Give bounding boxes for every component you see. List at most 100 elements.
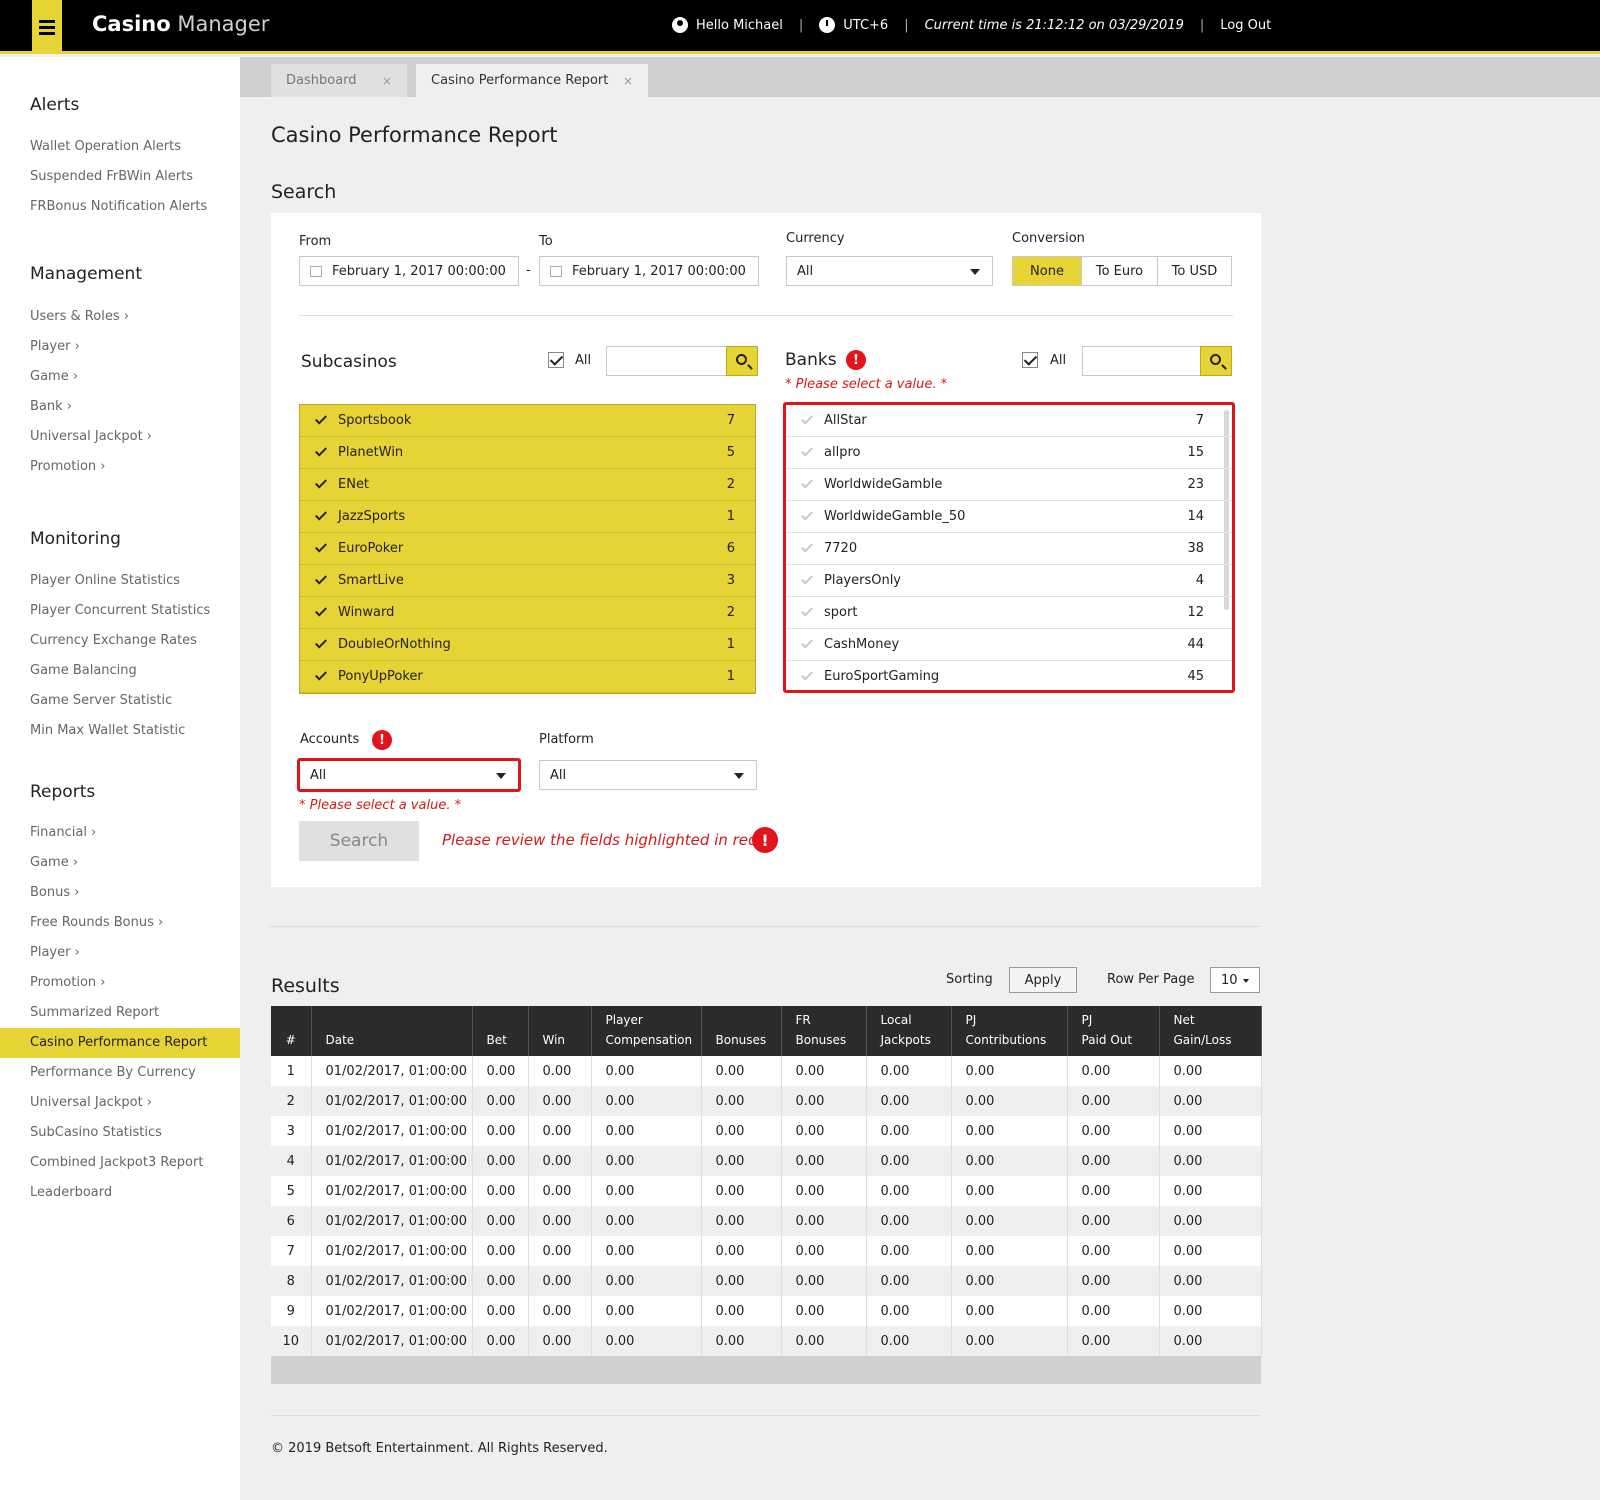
table-cell: 0.00	[701, 1296, 782, 1326]
conversion-none[interactable]: None	[1013, 257, 1082, 285]
item-name: Sportsbook	[338, 413, 412, 428]
sidebar-item[interactable]: Player ›	[30, 945, 80, 960]
item-name: sport	[824, 605, 858, 620]
column-header[interactable]: PJ Paid Out	[1067, 1006, 1160, 1056]
sidebar-item[interactable]: Wallet Operation Alerts	[30, 139, 181, 154]
sidebar-item[interactable]: Game ›	[30, 855, 78, 870]
sidebar-item[interactable]: FRBonus Notification Alerts	[30, 199, 207, 214]
hamburger-icon[interactable]	[32, 0, 62, 54]
item-name: PlayersOnly	[824, 573, 902, 588]
conversion-to-euro[interactable]: To Euro	[1082, 257, 1158, 285]
column-header[interactable]: PJ Contributions	[951, 1006, 1068, 1056]
subcasino-item[interactable]: Sportsbook 7	[300, 405, 755, 437]
bank-item[interactable]: EuroSportGaming 45	[786, 661, 1232, 690]
accounts-select[interactable]: All	[297, 758, 521, 792]
sidebar-item[interactable]: Bonus ›	[30, 885, 79, 900]
banks-search-input[interactable]	[1082, 346, 1232, 376]
banks-all-checkbox[interactable]	[1022, 352, 1038, 368]
sidebar-item-active[interactable]: Casino Performance Report	[30, 1035, 207, 1050]
divider	[269, 926, 1261, 927]
column-header[interactable]: Bonuses	[701, 1006, 782, 1056]
bank-item[interactable]: WorldwideGamble_50 14	[786, 501, 1232, 533]
sidebar-item[interactable]: Free Rounds Bonus ›	[30, 915, 163, 930]
sidebar-item[interactable]: Game Balancing	[30, 663, 137, 678]
sidebar-item[interactable]: Player ›	[30, 339, 80, 354]
check-icon	[314, 636, 328, 649]
subcasino-item[interactable]: PlanetWin 5	[300, 437, 755, 469]
table-cell: 0.00	[1067, 1176, 1160, 1206]
from-date-input[interactable]: February 1, 2017 00:00:00	[299, 256, 519, 286]
table-row: 9 01/02/2017, 01:00:00 0.00 0.00 0.00 0.00 0.0…	[271, 1296, 1262, 1326]
table-cell: 0.00	[591, 1296, 702, 1326]
bank-item[interactable]: CashMoney 44	[786, 629, 1232, 661]
rows-per-page-select[interactable]: 10	[1210, 967, 1260, 993]
sidebar-item[interactable]: Game ›	[30, 369, 78, 384]
table-cell: 10	[271, 1326, 312, 1356]
column-header[interactable]: FR Bonuses	[781, 1006, 867, 1056]
subcasino-item[interactable]: Winward 2	[300, 597, 755, 629]
subcasino-item[interactable]: PonyUpPoker 1	[300, 661, 755, 693]
banks-search-button[interactable]	[1200, 346, 1232, 376]
sidebar-item[interactable]: Leaderboard	[30, 1185, 112, 1200]
sidebar-item[interactable]: Promotion ›	[30, 975, 105, 990]
sidebar-item[interactable]: Suspended FrBWin Alerts	[30, 169, 193, 184]
bank-item[interactable]: AllStar 7	[786, 405, 1232, 437]
tab-casino-performance-report[interactable]: Casino Performance Report ×	[416, 64, 648, 97]
sidebar-item[interactable]: Summarized Report	[30, 1005, 159, 1020]
bank-item[interactable]: allpro 15	[786, 437, 1232, 469]
sidebar-item[interactable]: Users & Roles ›	[30, 309, 129, 324]
column-header[interactable]: Player Compensation	[591, 1006, 702, 1056]
bank-item[interactable]: sport 12	[786, 597, 1232, 629]
table-cell: 0.00	[866, 1296, 952, 1326]
logout-link[interactable]: Log Out	[1220, 18, 1271, 33]
table-cell: 0.00	[1067, 1296, 1160, 1326]
table-cell: 0.00	[528, 1086, 592, 1116]
subcasinos-search-button[interactable]	[726, 346, 758, 376]
close-icon[interactable]: ×	[623, 74, 633, 88]
sidebar-item[interactable]: Player Concurrent Statistics	[30, 603, 210, 618]
sidebar-item[interactable]: Performance By Currency	[30, 1065, 196, 1080]
conversion-to-usd[interactable]: To USD	[1158, 257, 1231, 285]
column-header[interactable]: Date	[311, 1006, 473, 1056]
close-icon[interactable]: ×	[382, 74, 392, 88]
subcasino-item[interactable]: EuroPoker 6	[300, 533, 755, 565]
to-date-input[interactable]: February 1, 2017 00:00:00	[539, 256, 759, 286]
item-count: 3	[726, 573, 735, 588]
bank-item[interactable]: WorldwideGamble 23	[786, 469, 1232, 501]
sidebar-item[interactable]: SubCasino Statistics	[30, 1125, 162, 1140]
sidebar-item[interactable]: Bank ›	[30, 399, 72, 414]
subcasinos-all-checkbox[interactable]	[548, 352, 564, 368]
column-header[interactable]: #	[271, 1006, 312, 1056]
column-header[interactable]: Local Jackpots	[866, 1006, 952, 1056]
sidebar-item[interactable]: Universal Jackpot ›	[30, 1095, 152, 1110]
sidebar-item[interactable]: Min Max Wallet Statistic	[30, 723, 185, 738]
column-header[interactable]: Net Gain/Loss	[1159, 1006, 1262, 1056]
subcasinos-search-input[interactable]	[606, 346, 758, 376]
item-count: 2	[726, 605, 735, 620]
table-cell: 0.00	[1067, 1236, 1160, 1266]
tab-dashboard[interactable]: Dashboard ×	[271, 64, 407, 97]
sidebar-item[interactable]: Combined Jackpot3 Report	[30, 1155, 203, 1170]
platform-select[interactable]: All	[539, 760, 757, 790]
bank-item[interactable]: 7720 38	[786, 533, 1232, 565]
bank-item[interactable]: PlayersOnly 4	[786, 565, 1232, 597]
sidebar-item[interactable]: Player Online Statistics	[30, 573, 180, 588]
sidebar-item[interactable]: Promotion ›	[30, 459, 105, 474]
column-header[interactable]: Bet	[472, 1006, 529, 1056]
table-row: 1 01/02/2017, 01:00:00 0.00 0.00 0.00 0.00 0.0…	[271, 1056, 1262, 1086]
apply-button[interactable]: Apply	[1009, 967, 1077, 993]
sidebar-item[interactable]: Game Server Statistic	[30, 693, 172, 708]
subcasino-item[interactable]: ENet 2	[300, 469, 755, 501]
search-button[interactable]: Search	[299, 821, 419, 861]
subcasino-item[interactable]: DoubleOrNothing 1	[300, 629, 755, 661]
sidebar-item[interactable]: Universal Jackpot ›	[30, 429, 152, 444]
sidebar-item[interactable]: Currency Exchange Rates	[30, 633, 197, 648]
table-cell: 0.00	[591, 1206, 702, 1236]
column-header[interactable]: Win	[528, 1006, 592, 1056]
subcasino-item[interactable]: SmartLive 3	[300, 565, 755, 597]
table-cell: 01/02/2017, 01:00:00	[311, 1176, 473, 1206]
item-name: ENet	[338, 477, 370, 492]
subcasino-item[interactable]: JazzSports 1	[300, 501, 755, 533]
sidebar-item[interactable]: Financial ›	[30, 825, 96, 840]
currency-select[interactable]: All	[786, 256, 993, 286]
